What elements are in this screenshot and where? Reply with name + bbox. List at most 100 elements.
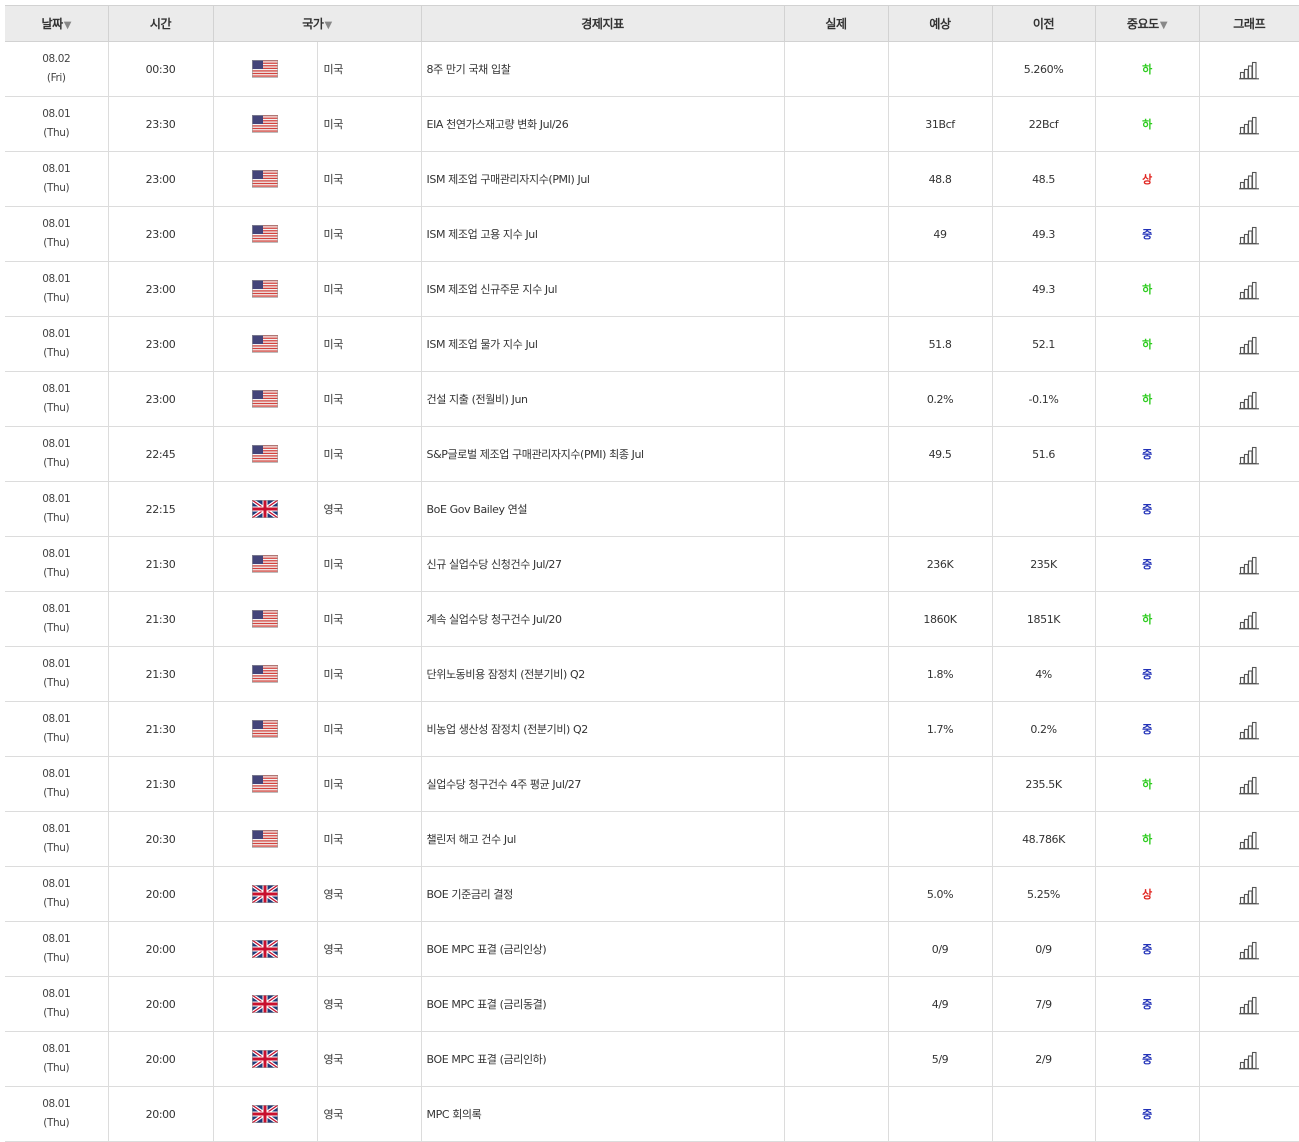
table-row[interactable]: 08.01 (Thu) 21:30 미국 비농업 생산성 잠정치 (전분기비) Q2 1.… [5,701,1299,757]
graph-cell[interactable] [1198,976,1299,1032]
date-value: 08.01 [42,548,71,560]
bar-chart-icon[interactable] [1238,993,1260,1015]
bar-chart-icon[interactable] [1238,883,1260,905]
indicator-name[interactable]: 비농업 생산성 잠정치 (전분기비) Q2 [420,701,785,757]
graph-cell[interactable] [1198,536,1299,592]
table-row[interactable]: 08.01 (Thu) 20:00 영국 BOE MPC 표결 (금리인하) 5/9 2/9… [5,1031,1299,1087]
importance-cell: 상 [1094,866,1200,922]
country-name: 영국 [316,866,422,922]
table-row[interactable]: 08.01 (Thu) 21:30 미국 계속 실업수당 청구건수 Jul/20 1860… [5,591,1299,647]
graph-cell[interactable] [1198,866,1299,922]
table-row[interactable]: 08.01 (Thu) 20:00 영국 MPC 회의록 중 [5,1086,1299,1142]
bar-chart-icon[interactable] [1238,663,1260,685]
header-date[interactable]: 날짜▼ [5,5,108,42]
graph-cell[interactable] [1198,701,1299,757]
indicator-name[interactable]: MPC 회의록 [420,1086,785,1142]
us-flag-icon [252,665,278,683]
graph-cell[interactable] [1198,261,1299,317]
table-row[interactable]: 08.01 (Thu) 21:30 미국 단위노동비용 잠정치 (전분기비) Q2 1.8… [5,646,1299,702]
bar-chart-icon[interactable] [1238,443,1260,465]
graph-cell[interactable] [1198,371,1299,427]
table-row[interactable]: 08.01 (Thu) 21:30 미국 신규 실업수당 신청건수 Jul/27 236K… [5,536,1299,592]
table-row[interactable]: 08.01 (Thu) 20:00 영국 BOE MPC 표결 (금리동결) 4/9 7/9… [5,976,1299,1032]
graph-cell[interactable] [1198,206,1299,262]
bar-chart-icon[interactable] [1238,223,1260,245]
graph-cell[interactable] [1198,591,1299,647]
date-cell: 08.01 (Thu) [5,591,108,647]
bar-chart-icon[interactable] [1238,113,1260,135]
table-row[interactable]: 08.02 (Fri) 00:30 미국 8주 만기 국채 입찰 5.260% 하 [5,41,1299,97]
indicator-name[interactable]: BOE MPC 표결 (금리인상) [420,921,785,977]
table-row[interactable]: 08.01 (Thu) 23:00 미국 ISM 제조업 신규주문 지수 Jul 49.3… [5,261,1299,317]
indicator-name[interactable]: 8주 만기 국채 입찰 [420,41,785,97]
time-cell: 20:00 [107,1031,213,1087]
bar-chart-icon[interactable] [1238,388,1260,410]
indicator-name[interactable]: BOE MPC 표결 (금리동결) [420,976,785,1032]
indicator-name[interactable]: BoE Gov Bailey 연설 [420,481,785,537]
bar-chart-icon[interactable] [1238,278,1260,300]
indicator-name[interactable]: ISM 제조업 물가 지수 Jul [420,316,785,372]
forecast-value: 49.5 [887,426,993,482]
bar-chart-icon[interactable] [1238,938,1260,960]
bar-chart-icon[interactable] [1238,828,1260,850]
table-row[interactable]: 08.01 (Thu) 22:45 미국 S&P글로벌 제조업 구매관리자지수(PMI)… [5,426,1299,482]
day-value: (Thu) [43,787,70,799]
bar-chart-icon[interactable] [1238,718,1260,740]
indicator-name[interactable]: EIA 천연가스재고량 변화 Jul/26 [420,96,785,152]
graph-cell[interactable] [1198,811,1299,867]
indicator-name[interactable]: 건설 지출 (전월비) Jun [420,371,785,427]
bar-chart-icon[interactable] [1238,1048,1260,1070]
table-row[interactable]: 08.01 (Thu) 23:30 미국 EIA 천연가스재고량 변화 Jul/26 31… [5,96,1299,152]
indicator-name[interactable]: ISM 제조업 구매관리자지수(PMI) Jul [420,151,785,207]
date-value: 08.01 [42,933,71,945]
table-row[interactable]: 08.01 (Thu) 23:00 미국 건설 지출 (전월비) Jun 0.2% -0.1… [5,371,1299,427]
graph-cell[interactable] [1198,41,1299,97]
bar-chart-icon[interactable] [1238,333,1260,355]
importance-badge: 중 [1142,723,1152,736]
graph-cell[interactable] [1198,756,1299,812]
bar-chart-icon[interactable] [1238,168,1260,190]
us-flag-icon [252,775,278,793]
bar-chart-icon[interactable] [1238,773,1260,795]
table-row[interactable]: 08.01 (Thu) 21:30 미국 실업수당 청구건수 4주 평균 Jul/27 2… [5,756,1299,812]
table-row[interactable]: 08.01 (Thu) 23:00 미국 ISM 제조업 물가 지수 Jul 51.8 52… [5,316,1299,372]
graph-cell[interactable] [1198,96,1299,152]
table-row[interactable]: 08.01 (Thu) 20:30 미국 챌린저 해고 건수 Jul 48.786K 하 [5,811,1299,867]
table-row[interactable]: 08.01 (Thu) 20:00 영국 BOE 기준금리 결정 5.0% 5.25% 상 [5,866,1299,922]
bar-chart-icon[interactable] [1238,553,1260,575]
previous-value: 0/9 [991,921,1096,977]
table-row[interactable]: 08.01 (Thu) 23:00 미국 ISM 제조업 구매관리자지수(PMI) Ju… [5,151,1299,207]
importance-badge: 하 [1142,118,1152,131]
graph-cell[interactable] [1198,151,1299,207]
indicator-name[interactable]: 실업수당 청구건수 4주 평균 Jul/27 [420,756,785,812]
bar-chart-icon[interactable] [1238,608,1260,630]
indicator-name[interactable]: 계속 실업수당 청구건수 Jul/20 [420,591,785,647]
header-importance[interactable]: 중요도▼ [1094,5,1200,42]
time-cell: 20:00 [107,1086,213,1142]
sort-arrow-icon[interactable]: ▼ [64,20,72,31]
header-forecast: 예상 [887,5,993,42]
sort-arrow-icon[interactable]: ▼ [325,20,333,31]
indicator-name[interactable]: BOE 기준금리 결정 [420,866,785,922]
indicator-name[interactable]: 신규 실업수당 신청건수 Jul/27 [420,536,785,592]
bar-chart-icon[interactable] [1238,58,1260,80]
indicator-name[interactable]: S&P글로벌 제조업 구매관리자지수(PMI) 최종 Jul [420,426,785,482]
previous-value: 235K [991,536,1096,592]
table-row[interactable]: 08.01 (Thu) 20:00 영국 BOE MPC 표결 (금리인상) 0/9 0/9… [5,921,1299,977]
table-row[interactable]: 08.01 (Thu) 22:15 영국 BoE Gov Bailey 연설 중 [5,481,1299,537]
graph-cell[interactable] [1198,646,1299,702]
graph-cell[interactable] [1198,426,1299,482]
header-country[interactable]: 국가▼ [212,5,422,42]
indicator-name[interactable]: BOE MPC 표결 (금리인하) [420,1031,785,1087]
graph-cell[interactable] [1198,316,1299,372]
indicator-name[interactable]: ISM 제조업 고용 지수 Jul [420,206,785,262]
table-row[interactable]: 08.01 (Thu) 23:00 미국 ISM 제조업 고용 지수 Jul 49 49.3… [5,206,1299,262]
actual-value [783,976,889,1032]
graph-cell[interactable] [1198,1031,1299,1087]
sort-arrow-icon[interactable]: ▼ [1160,20,1168,31]
graph-cell[interactable] [1198,921,1299,977]
indicator-name[interactable]: ISM 제조업 신규주문 지수 Jul [420,261,785,317]
indicator-name[interactable]: 챌린저 해고 건수 Jul [420,811,785,867]
indicator-name[interactable]: 단위노동비용 잠정치 (전분기비) Q2 [420,646,785,702]
forecast-value: 0.2% [887,371,993,427]
